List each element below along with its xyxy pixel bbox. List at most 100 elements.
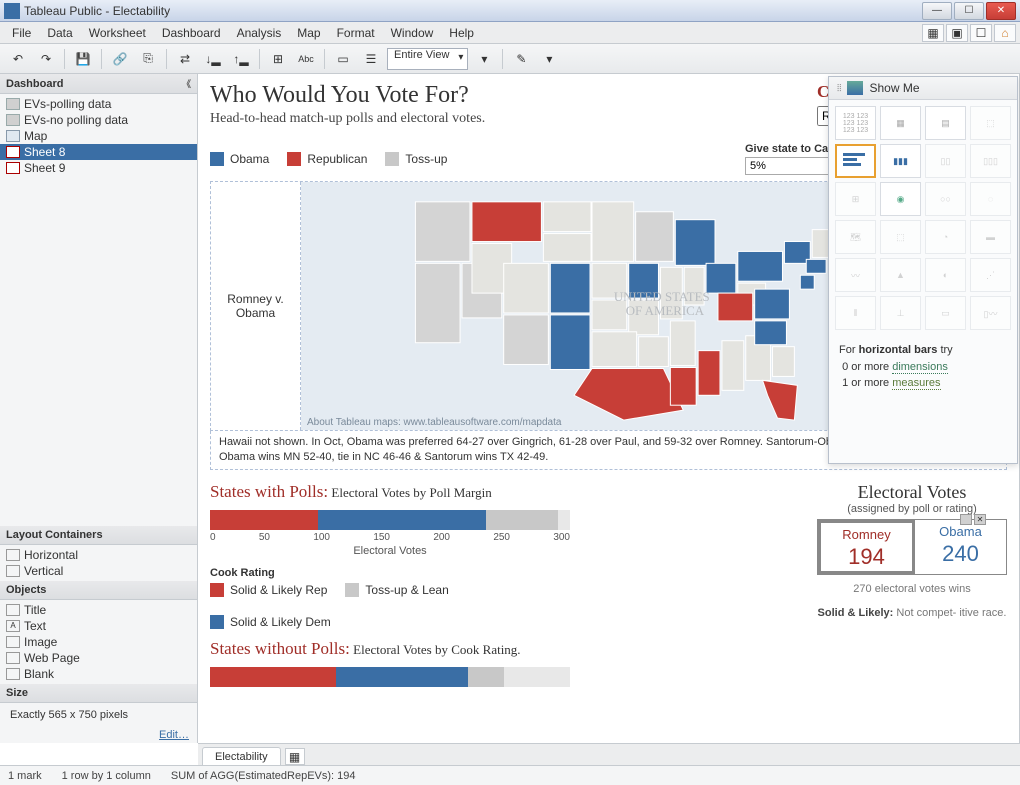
object-text[interactable]: AText [0, 618, 197, 634]
menu-help[interactable]: Help [441, 23, 482, 43]
chart-type-dual[interactable]: ◐ [925, 258, 966, 292]
redo-button[interactable]: ↷ [34, 47, 58, 71]
chart-type-side[interactable]: ▯▯▯ [970, 144, 1011, 178]
swap-button[interactable]: ⇄ [173, 47, 197, 71]
polls-bar-chart[interactable]: 050100150200250300 Electoral Votes [210, 510, 799, 557]
window-title: Tableau Public - Electability [24, 4, 922, 18]
menu-dashboard[interactable]: Dashboard [154, 23, 229, 43]
sidebar-header[interactable]: Dashboard 《 [0, 74, 197, 94]
dropdown-button[interactable]: ▾ [537, 47, 561, 71]
size-edit-link[interactable]: Edit… [0, 727, 197, 743]
menu-worksheet[interactable]: Worksheet [81, 23, 154, 43]
chart-type-boxplot[interactable]: ⊥ [880, 296, 921, 330]
menu-format[interactable]: Format [329, 23, 383, 43]
sheet-tabs: Electability ▦ [198, 743, 1020, 765]
ev-obama-name: Obama [921, 524, 1000, 539]
object-webpage[interactable]: Web Page [0, 650, 197, 666]
chart-type-packed[interactable]: ◌ [970, 182, 1011, 216]
minimize-button[interactable]: — [922, 2, 952, 20]
labels-button[interactable]: Abc [294, 47, 318, 71]
close-button[interactable]: ✕ [986, 2, 1016, 20]
chart-type-circle[interactable]: ◉ [880, 182, 921, 216]
states-with-polls-sub: Electoral Votes by Poll Margin [331, 485, 491, 500]
show-me-panel[interactable]: ⦙⦙ Show Me 123 123123 123123 123 ▦ ▤ ⬚ ▮… [828, 76, 1018, 464]
chart-type-pie[interactable]: ◔ [925, 220, 966, 254]
worksheet-icon [6, 98, 20, 110]
box-icon[interactable]: ☐ [970, 24, 992, 42]
menu-file[interactable]: File [4, 23, 39, 43]
sidebar-item-map[interactable]: Map [0, 128, 197, 144]
cook-legend-rep: Solid & Likely Rep [210, 583, 327, 597]
chart-type-vbar[interactable]: ▮▮▮ [880, 144, 921, 178]
chart-type-area[interactable]: ▲ [880, 258, 921, 292]
legend-rep-swatch [287, 152, 301, 166]
sort-asc-button[interactable]: ↓▂ [201, 47, 225, 71]
menu-window[interactable]: Window [383, 23, 442, 43]
chart-type-treemap[interactable]: ⊞ [835, 182, 876, 216]
chart-type-histogram[interactable]: ⫴ [835, 296, 876, 330]
duplicate-button[interactable]: ⎘ [136, 47, 160, 71]
status-sum: SUM of AGG(EstimatedRepEVs): 194 [171, 770, 356, 782]
save-button[interactable]: 💾 [71, 47, 95, 71]
sidebar-item-sheet9[interactable]: Sheet 9 [0, 160, 197, 176]
layout-vertical[interactable]: Vertical [0, 563, 197, 579]
show-me-icon [847, 81, 863, 95]
object-title[interactable]: Title [0, 602, 197, 618]
grid-icon[interactable]: ▣ [946, 24, 968, 42]
menu-map[interactable]: Map [289, 23, 328, 43]
map-icon [6, 130, 20, 142]
collapse-icon[interactable]: 《 [182, 77, 191, 90]
chart-type-symbol-map[interactable]: ⬚ [970, 106, 1011, 140]
chart-type-symbol-map2[interactable]: ⬚ [880, 220, 921, 254]
sidebar-item-sheet8[interactable]: Sheet 8 [0, 144, 197, 160]
chart-type-heat[interactable]: ▦ [880, 106, 921, 140]
home-icon[interactable]: ⌂ [994, 24, 1016, 42]
presentation-button[interactable]: ▭ [331, 47, 355, 71]
tab-electability[interactable]: Electability [202, 747, 281, 765]
close-icon[interactable]: ✕ [974, 514, 986, 525]
title-icon [6, 604, 20, 616]
no-polls-bar-chart[interactable] [210, 667, 799, 687]
maximize-button[interactable]: ☐ [954, 2, 984, 20]
show-me-hint: For horizontal bars try 0 or more dimens… [829, 336, 1017, 398]
chart-type-text[interactable]: 123 123123 123123 123 [835, 106, 876, 140]
cards-button[interactable]: ☰ [359, 47, 383, 71]
fit-select[interactable]: Entire View [387, 48, 468, 70]
chart-type-line[interactable]: 〰 [835, 258, 876, 292]
highlight-button[interactable]: ✎ [509, 47, 533, 71]
chart-type-scatter[interactable]: ⋰ [970, 258, 1011, 292]
sidebar: Dashboard 《 EVs-polling data EVs-no poll… [0, 74, 198, 743]
new-sheet-button[interactable]: ▦ [285, 748, 305, 765]
chart-type-bullet[interactable]: ▭ [925, 296, 966, 330]
size-header: Size [0, 684, 197, 703]
group-button[interactable]: ⊞ [266, 47, 290, 71]
cards-icon[interactable]: ▦ [922, 24, 944, 42]
menu-data[interactable]: Data [39, 23, 80, 43]
show-me-title: Show Me [869, 81, 919, 95]
text-icon: A [6, 620, 20, 632]
grip-icon[interactable] [960, 514, 972, 525]
webpage-icon [6, 652, 20, 664]
menu-analysis[interactable]: Analysis [229, 23, 290, 43]
connect-button[interactable]: 🔗 [108, 47, 132, 71]
chart-type-highlight[interactable]: ▤ [925, 106, 966, 140]
chart-type-stacked[interactable]: ▯▯ [925, 144, 966, 178]
chart-type-gantt[interactable]: ▬ [970, 220, 1011, 254]
sheet-icon [6, 162, 20, 174]
undo-button[interactable]: ↶ [6, 47, 30, 71]
object-blank[interactable]: Blank [0, 666, 197, 682]
chart-type-bubble[interactable]: ○○ [925, 182, 966, 216]
worksheet-menu-button[interactable]: ▾ [472, 47, 496, 71]
chart-type-hbar[interactable] [835, 144, 876, 178]
sidebar-item-evs-polling[interactable]: EVs-polling data [0, 96, 197, 112]
chart-type-filled-map[interactable]: 🗺 [835, 220, 876, 254]
legend-toss-swatch [385, 152, 399, 166]
chart-type-combo[interactable]: ▯〰 [970, 296, 1011, 330]
sort-desc-button[interactable]: ↑▂ [229, 47, 253, 71]
object-image[interactable]: Image [0, 634, 197, 650]
sheet-icon [6, 146, 20, 158]
layout-horizontal[interactable]: Horizontal [0, 547, 197, 563]
ev-romney-name: Romney [827, 527, 906, 542]
window-titlebar: Tableau Public - Electability — ☐ ✕ [0, 0, 1020, 22]
sidebar-item-evs-no-polling[interactable]: EVs-no polling data [0, 112, 197, 128]
